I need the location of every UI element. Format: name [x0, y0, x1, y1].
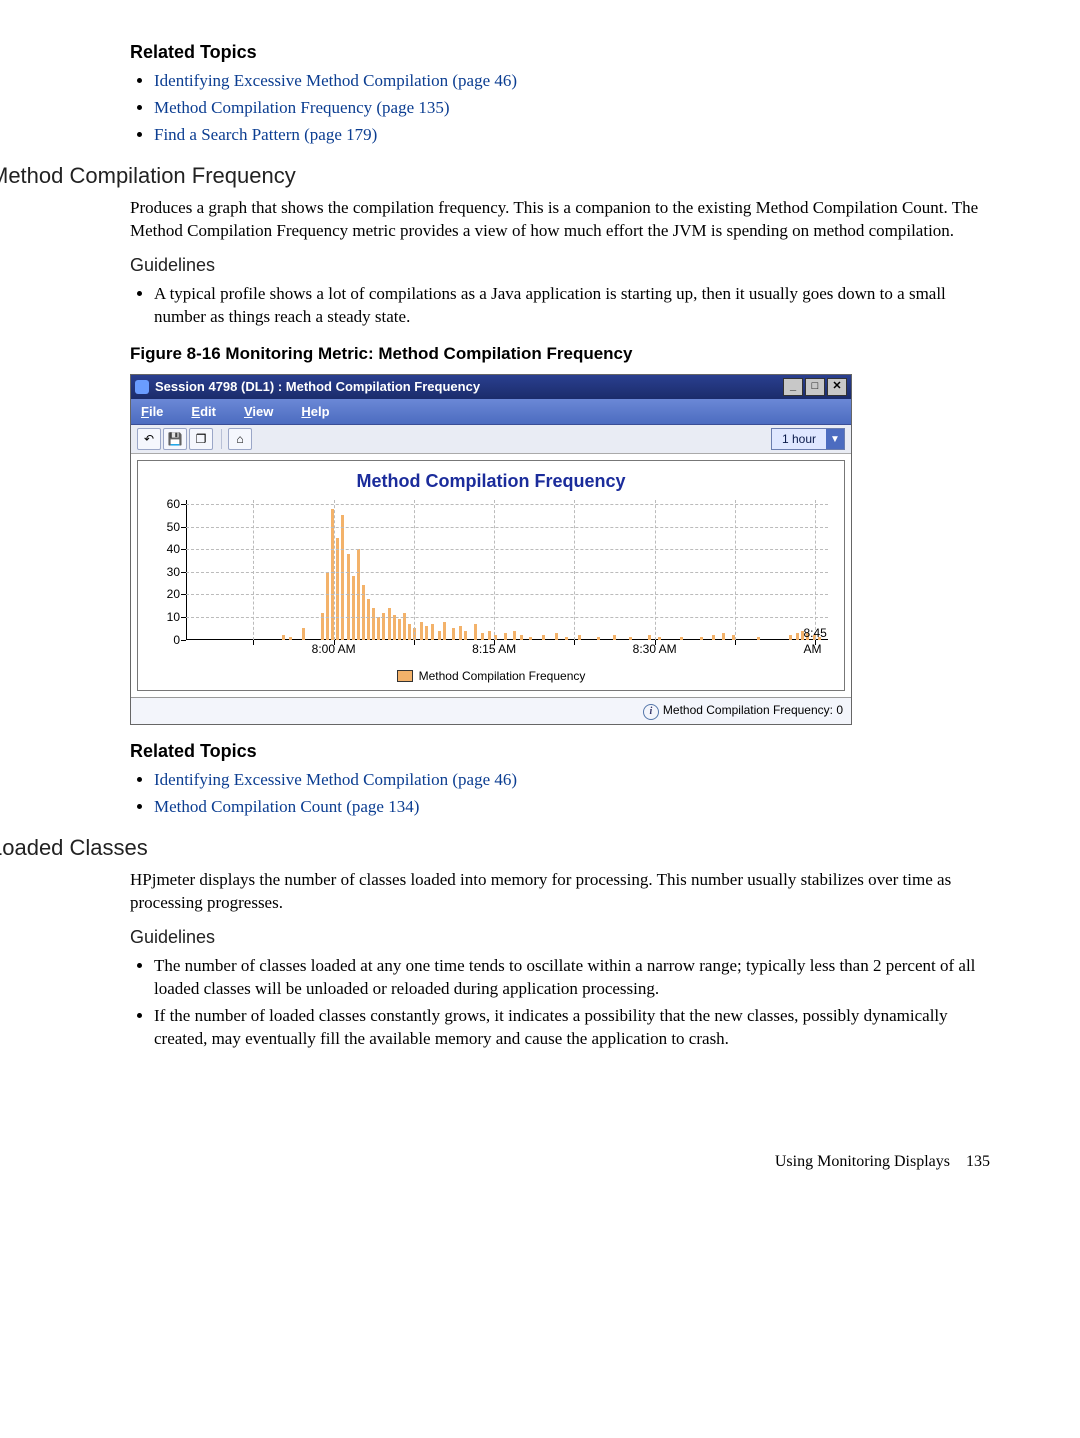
y-tick-label: 40: [152, 541, 180, 557]
guidelines-item: The number of classes loaded at any one …: [154, 955, 990, 1001]
y-tick-label: 20: [152, 586, 180, 602]
save-button[interactable]: 💾: [163, 428, 187, 450]
time-range-dropdown[interactable]: 1 hour ▼: [771, 428, 845, 450]
related-link[interactable]: Identifying Excessive Method Compilation…: [154, 770, 517, 789]
legend-swatch: [397, 670, 413, 682]
x-tick-label: 8:15 AM: [472, 641, 516, 657]
guidelines-item: A typical profile shows a lot of compila…: [154, 283, 990, 329]
chart-title: Method Compilation Frequency: [146, 469, 836, 493]
x-tick-label: 8:00 AM: [312, 641, 356, 657]
menu-view[interactable]: View: [244, 403, 273, 421]
guidelines-list-mcf: A typical profile shows a lot of compila…: [130, 283, 990, 329]
chevron-down-icon: ▼: [826, 429, 844, 449]
related-topics-list-1: Identifying Excessive Method Compilation…: [130, 70, 990, 147]
footer-section: Using Monitoring Displays: [775, 1151, 950, 1173]
related-topics-list-2: Identifying Excessive Method Compilation…: [130, 769, 990, 819]
related-link[interactable]: Identifying Excessive Method Compilation…: [154, 71, 517, 90]
status-bar: i Method Compilation Frequency: 0: [131, 697, 851, 724]
menu-file[interactable]: File: [141, 403, 163, 421]
y-tick-label: 30: [152, 564, 180, 580]
app-window: Session 4798 (DL1) : Method Compilation …: [130, 374, 852, 725]
x-tick-label: 8:45 AM: [803, 625, 826, 657]
page-footer: Using Monitoring Displays 135: [60, 1151, 990, 1173]
close-button[interactable]: ✕: [827, 378, 847, 396]
figure-caption: Figure 8-16 Monitoring Metric: Method Co…: [130, 343, 990, 366]
legend-label: Method Compilation Frequency: [419, 669, 586, 683]
window-title: Session 4798 (DL1) : Method Compilation …: [155, 378, 480, 396]
undo-button[interactable]: ↶: [137, 428, 161, 450]
chart-panel: Method Compilation Frequency 01020304050…: [137, 460, 845, 690]
time-range-label: 1 hour: [772, 431, 826, 447]
chart-legend: Method Compilation Frequency: [146, 662, 836, 688]
menu-bar: File Edit View Help: [131, 399, 851, 426]
home-button[interactable]: ⌂: [228, 428, 252, 450]
guidelines-item: If the number of loaded classes constant…: [154, 1005, 990, 1051]
related-link[interactable]: Method Compilation Frequency (page 135): [154, 98, 450, 117]
minimize-button[interactable]: _: [783, 378, 803, 396]
footer-page-number: 135: [966, 1151, 990, 1173]
y-tick-label: 60: [152, 496, 180, 512]
status-text: Method Compilation Frequency: 0: [663, 703, 843, 717]
y-tick-label: 0: [152, 632, 180, 648]
section-heading-loaded: Loaded Classes: [0, 833, 990, 863]
menu-edit[interactable]: Edit: [191, 403, 216, 421]
app-icon: [135, 380, 149, 394]
y-tick-label: 10: [152, 609, 180, 625]
related-topics-heading-2: Related Topics: [130, 739, 990, 763]
window-titlebar[interactable]: Session 4798 (DL1) : Method Compilation …: [131, 375, 851, 399]
section-heading-mcf: Method Compilation Frequency: [0, 161, 990, 191]
related-link[interactable]: Method Compilation Count (page 134): [154, 797, 419, 816]
toolbar: ↶ 💾 ❐ ⌂ 1 hour ▼: [131, 425, 851, 454]
guidelines-heading-loaded: Guidelines: [130, 925, 990, 949]
chart-plot-area: 01020304050608:00 AM8:15 AM8:30 AM8:45 A…: [186, 500, 828, 640]
x-tick-label: 8:30 AM: [633, 641, 677, 657]
y-tick-label: 50: [152, 519, 180, 535]
menu-help[interactable]: Help: [301, 403, 329, 421]
guidelines-heading-mcf: Guidelines: [130, 253, 990, 277]
related-link[interactable]: Find a Search Pattern (page 179): [154, 125, 377, 144]
maximize-button[interactable]: □: [805, 378, 825, 396]
section-loaded-para: HPjmeter displays the number of classes …: [130, 869, 990, 915]
related-topics-heading-1: Related Topics: [130, 40, 990, 64]
section-mcf-para: Produces a graph that shows the compilat…: [130, 197, 990, 243]
info-icon: i: [643, 704, 659, 720]
guidelines-list-loaded: The number of classes loaded at any one …: [130, 955, 990, 1051]
copy-button[interactable]: ❐: [189, 428, 213, 450]
